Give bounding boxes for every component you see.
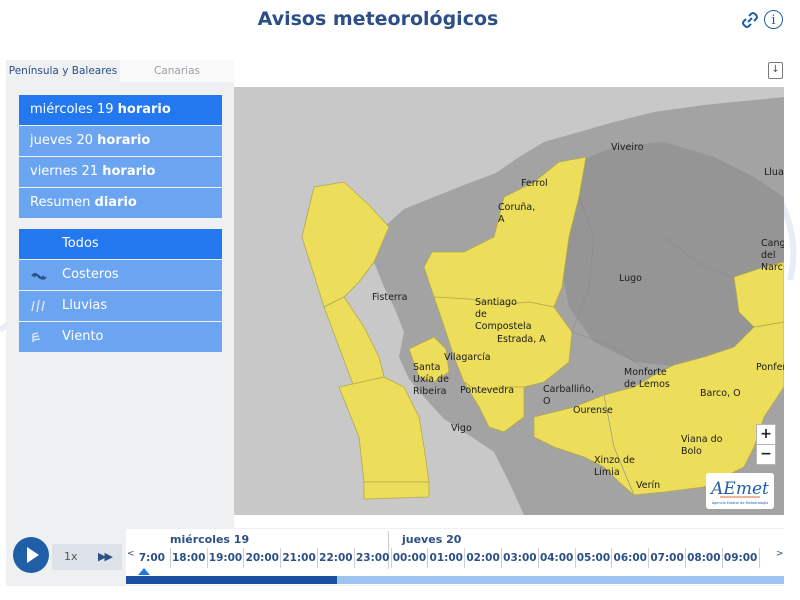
city-label: Llua — [764, 167, 784, 178]
city-label: Ferrol — [521, 178, 548, 189]
aemet-logo-graphic: AEmet Agencia Estatal de Meteorología — [709, 479, 769, 505]
day-item-resumen[interactable]: Resumen diario — [19, 188, 222, 218]
city-label: Viveiro — [611, 142, 644, 153]
type-label: Todos — [62, 236, 99, 251]
city-label: Lugo — [619, 273, 642, 284]
city-label: Cang del Narc — [761, 238, 784, 273]
timeline-hour[interactable]: 20:00 — [244, 548, 282, 568]
aemet-logo-subtitle: Agencia Estatal de Meteorología — [712, 501, 769, 505]
timeline-hour[interactable]: 04:00 — [539, 548, 576, 568]
type-label: Lluvias — [62, 298, 108, 313]
download-icon[interactable]: ↓ — [768, 62, 783, 79]
timeline-hour[interactable]: 02:00 — [465, 548, 502, 568]
city-label: Fisterra — [372, 292, 408, 303]
city-label: Santiago de Compostela — [475, 297, 532, 332]
region-tabs: Península y Baleares Canarias — [6, 60, 234, 82]
fast-forward-icon[interactable]: ▶▶ — [98, 544, 113, 570]
type-label: Costeros — [62, 267, 119, 282]
timeline-hour[interactable]: 23:00 — [355, 548, 392, 568]
city-label: Monforte de Lemos — [624, 367, 670, 390]
city-label: Estrada, A — [497, 334, 546, 345]
timeline-hour[interactable]: 09:00 — [723, 548, 760, 568]
wind-icon — [32, 332, 41, 342]
day-item-viernes[interactable]: viernes 21 horario — [19, 157, 222, 187]
timeline-day2: jueves 20 — [402, 533, 462, 546]
day-mode: horario — [102, 164, 156, 179]
type-label: Viento — [62, 329, 104, 344]
aemet-logo: AEmet Agencia Estatal de Meteorología — [706, 473, 774, 509]
city-label: Vilagarcía — [444, 352, 491, 363]
timeline-hour[interactable]: 00:00 — [392, 548, 429, 568]
city-label: Verín — [636, 480, 661, 491]
city-label: Ourense — [573, 405, 613, 416]
timeline-hour[interactable]: 06:00 — [612, 548, 650, 568]
warning-map[interactable]: Viveiro Llua Ferrol Coruña, A Cang del N… — [234, 87, 784, 515]
info-icon[interactable]: i — [764, 10, 783, 29]
day-label: miércoles 19 — [30, 102, 114, 117]
city-label: Barco, O — [700, 388, 741, 399]
timeline-position-marker[interactable] — [138, 568, 150, 575]
timeline-hour[interactable]: 21:00 — [281, 548, 318, 568]
link-icon[interactable] — [740, 10, 760, 30]
timeline-hour[interactable]: 03:00 — [502, 548, 539, 568]
speed-value: 1x — [64, 550, 78, 563]
day-mode: horario — [117, 102, 171, 117]
timeline-next-icon[interactable]: > — [776, 549, 784, 559]
timeline-hour[interactable]: 7:00 — [134, 548, 171, 568]
timeline-hour[interactable]: 05:00 — [576, 548, 613, 568]
zoom-out-button[interactable]: − — [756, 444, 776, 465]
timeline-hour[interactable]: 22:00 — [318, 548, 355, 568]
hour-list: 7:00 18:00 19:00 20:00 21:00 22:00 23:00 00:00 0… — [134, 548, 760, 568]
speed-control[interactable]: 1x ▶▶ — [52, 544, 122, 570]
city-label: Coruña, A — [498, 202, 536, 225]
zoom-in-button[interactable]: + — [756, 424, 776, 445]
type-item-lluvias[interactable]: Lluvias — [19, 291, 222, 321]
timeline-progress-fill — [126, 576, 337, 584]
timeline-hour[interactable]: 19:00 — [208, 548, 245, 568]
day-mode: horario — [97, 133, 151, 148]
timeline-hour[interactable]: 08:00 — [686, 548, 723, 568]
timeline-day1: miércoles 19 — [170, 533, 250, 546]
timeline-hour[interactable]: 18:00 — [171, 548, 208, 568]
city-label: Ponfer — [756, 362, 784, 373]
coastal-zone-bottom — [363, 481, 430, 500]
city-label: Xinzo de Limia — [594, 455, 635, 478]
timeline-prev-icon[interactable]: < — [127, 549, 135, 559]
day-label: viernes 21 — [30, 164, 99, 179]
warning-type-list: Todos Costeros Lluvias Viento — [19, 229, 222, 353]
day-list: miércoles 19 horario jueves 20 horario v… — [19, 95, 222, 219]
day-label: Resumen — [30, 195, 91, 210]
page-title: Avisos meteorológicos — [257, 8, 499, 30]
city-label: Pontevedra — [460, 385, 515, 396]
city-label: Santa Uxía de Ribeira — [413, 362, 449, 397]
waves-icon — [31, 273, 47, 280]
day-label: jueves 20 — [30, 133, 93, 148]
type-item-todos[interactable]: Todos — [19, 229, 222, 259]
day-item-miercoles[interactable]: miércoles 19 horario — [19, 95, 222, 125]
day-mode: diario — [94, 195, 137, 210]
tab-canarias[interactable]: Canarias — [120, 60, 234, 82]
type-item-viento[interactable]: Viento — [19, 322, 222, 352]
tab-peninsula[interactable]: Península y Baleares — [6, 60, 120, 82]
play-button[interactable] — [13, 537, 49, 573]
timeline-hour[interactable]: 01:00 — [428, 548, 466, 568]
city-label: Viana do Bolo — [681, 434, 723, 457]
city-label: Vigo — [451, 423, 472, 434]
day-item-jueves[interactable]: jueves 20 horario — [19, 126, 222, 156]
rain-icon — [31, 299, 45, 313]
type-item-costeros[interactable]: Costeros — [19, 260, 222, 290]
aemet-logo-text: AEmet — [709, 479, 769, 499]
timeline-hour[interactable]: 07:00 — [649, 548, 686, 568]
